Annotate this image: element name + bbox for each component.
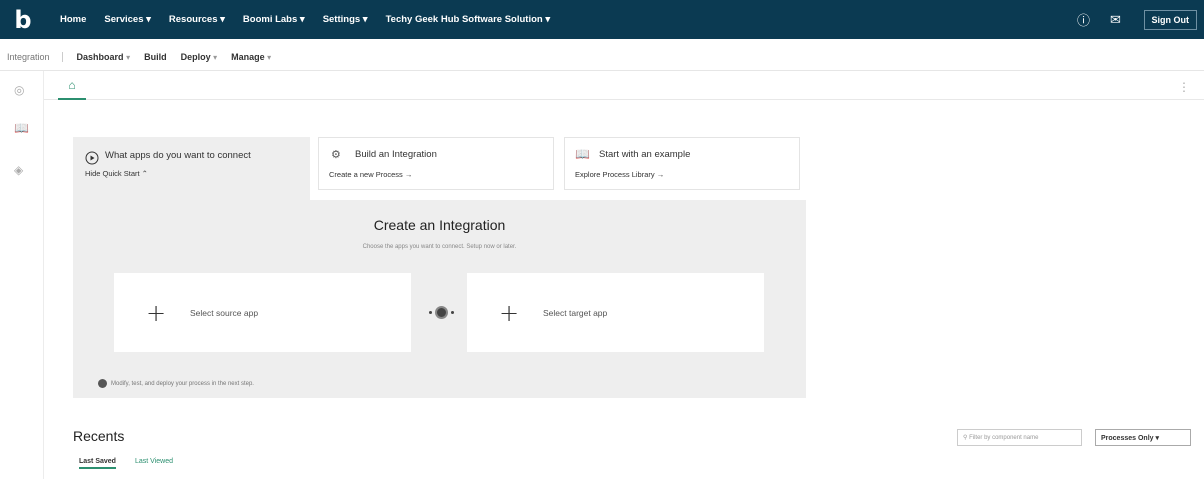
home-tab-icon[interactable]: ⌂ — [58, 78, 86, 100]
nav-resources[interactable]: Resources ▾ — [169, 14, 225, 25]
components-icon[interactable]: ◎ — [14, 83, 24, 97]
process-type-select[interactable]: Processes Only ▾ — [1095, 429, 1191, 446]
search-icon: ⚲ — [963, 435, 968, 441]
tab-dashboard[interactable]: Dashboard ▾ — [77, 52, 131, 62]
source-app-label: Select source app — [190, 308, 259, 318]
layers-icon[interactable]: ◈ — [14, 163, 23, 177]
nav-boomi-labs[interactable]: Boomi Labs ▾ — [243, 14, 305, 25]
hide-quick-start-link[interactable]: Hide Quick Start ⌃ — [85, 169, 148, 178]
select-target-app-button[interactable]: + Select target app — [467, 273, 764, 352]
tab-manage[interactable]: Manage ▾ — [231, 52, 271, 62]
left-rail: ◎ 📖 ◈ — [0, 71, 44, 479]
deploy-label: Deploy — [180, 51, 211, 62]
create-integration-panel: Create an Integration Choose the apps yo… — [73, 200, 806, 398]
caret-icon: ▾ — [267, 52, 272, 62]
book-icon: 📖 — [575, 147, 590, 161]
recents-title: Recents — [73, 428, 125, 444]
caret-icon: ▾ — [126, 52, 131, 62]
plus-icon: + — [499, 299, 520, 327]
create-title: Create an Integration — [373, 217, 506, 233]
info-note: Modify, test, and deploy your process in… — [98, 379, 254, 388]
tab-last-saved[interactable]: Last Saved — [79, 458, 116, 469]
sub-navbar: Integration Dashboard ▾ Build Deploy ▾ M… — [0, 43, 1204, 71]
manage-label: Manage — [231, 51, 265, 62]
editor-tab-row: ⌂ ⋮ — [44, 74, 1204, 100]
connector-dot — [450, 310, 454, 314]
plus-icon: + — [146, 299, 167, 327]
integration-label: Integration — [7, 51, 63, 62]
help-icon[interactable]: ⓘ — [1074, 10, 1094, 29]
boomi-logo[interactable]: b — [0, 0, 46, 39]
sign-out-button[interactable]: Sign Out — [1143, 9, 1197, 30]
gears-icon: ⚙ — [331, 149, 341, 161]
tab-deploy[interactable]: Deploy ▾ — [181, 52, 218, 62]
example-title: Start with an example — [599, 149, 691, 160]
dashboard-label: Dashboard — [76, 51, 124, 62]
top-navbar: b Home Services ▾ Resources ▾ Boomi Labs… — [0, 0, 1204, 39]
quickstart-tab-connect[interactable]: What apps do you want to connect Hide Qu… — [73, 137, 310, 200]
create-process-link[interactable]: Create a new Process → — [329, 170, 412, 179]
nav-account[interactable]: Techy Geek Hub Software Solution ▾ — [386, 14, 551, 25]
quickstart-card-example[interactable]: 📖 Start with an example Explore Process … — [564, 137, 800, 190]
create-subtitle: Choose the apps you want to connect. Set… — [362, 244, 517, 250]
caret-icon: ▾ — [213, 52, 218, 62]
tab-build[interactable]: Build — [144, 52, 167, 62]
nav-services[interactable]: Services ▾ — [104, 14, 151, 25]
mail-icon[interactable]: ✉ — [1106, 12, 1126, 28]
info-note-text: Modify, test, and deploy your process in… — [111, 380, 254, 387]
connector-dot — [428, 310, 432, 314]
nav-home[interactable]: Home — [60, 14, 86, 25]
filter-placeholder: Filter by component name — [969, 435, 1039, 441]
more-options-icon[interactable]: ⋮ — [1178, 80, 1190, 94]
connect-title: What apps do you want to connect — [105, 150, 251, 161]
nav-settings[interactable]: Settings ▾ — [323, 14, 368, 25]
top-nav-menu: Home Services ▾ Resources ▾ Boomi Labs ▾… — [60, 14, 550, 25]
info-icon — [98, 379, 107, 388]
tab-last-viewed[interactable]: Last Viewed — [135, 458, 173, 465]
connector-disc — [434, 305, 448, 319]
quickstart-card-build[interactable]: ⚙ Build an Integration Create a new Proc… — [318, 137, 554, 190]
connector-icon — [423, 304, 459, 320]
explore-library-link[interactable]: Explore Process Library → — [575, 170, 664, 179]
build-title: Build an Integration — [355, 149, 437, 160]
book-icon[interactable]: 📖 — [14, 121, 29, 135]
component-filter-input[interactable]: ⚲ Filter by component name — [957, 429, 1082, 446]
play-circle-icon — [85, 151, 99, 165]
top-right-actions: ⓘ ✉ Sign Out — [1074, 0, 1204, 39]
select-source-app-button[interactable]: + Select source app — [114, 273, 411, 352]
target-app-label: Select target app — [543, 308, 608, 318]
